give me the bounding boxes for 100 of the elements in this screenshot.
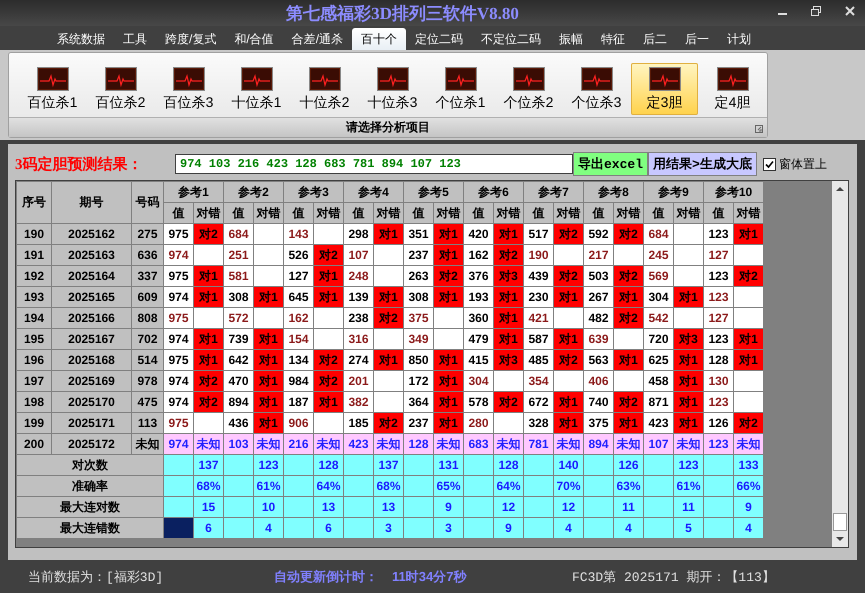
result-cell: 对2 xyxy=(734,412,764,434)
menu-tab[interactable]: 和/合值 xyxy=(225,28,283,50)
result-cell: 对1 xyxy=(554,328,584,350)
value-cell: 542 xyxy=(644,308,674,328)
stat-cell: 13 xyxy=(314,496,344,518)
value-cell: 190 xyxy=(524,244,554,266)
result-field[interactable]: 974 103 216 423 128 683 781 894 107 123 xyxy=(175,154,573,174)
table-cell[interactable] xyxy=(164,518,194,538)
table-cell: 275 xyxy=(132,224,164,244)
menu-tab[interactable]: 振幅 xyxy=(550,28,592,50)
ribbon-button[interactable]: 定3胆 xyxy=(631,63,698,115)
ribbon-button[interactable]: 个位杀1 xyxy=(427,63,494,115)
value-cell: 130 xyxy=(704,370,734,392)
value-cell: 975 xyxy=(164,350,194,370)
value-cell: 563 xyxy=(584,350,614,370)
menu-tab[interactable]: 系统数据 xyxy=(48,28,114,50)
result-cell: 对1 xyxy=(434,286,464,308)
table-cell[interactable] xyxy=(164,476,194,496)
scrollbar-thumb[interactable] xyxy=(833,513,847,531)
table-cell: 2025167 xyxy=(52,328,132,350)
value-cell: 975 xyxy=(164,412,194,434)
value-cell: 127 xyxy=(704,244,734,266)
menu-tab[interactable]: 计划 xyxy=(718,28,760,50)
menu-tab[interactable]: 后一 xyxy=(676,28,718,50)
export-button[interactable]: 导出excel xyxy=(573,152,648,176)
value-cell: 423 xyxy=(344,434,374,454)
value-cell: 470 xyxy=(224,370,254,392)
value-cell: 123 xyxy=(704,392,734,412)
table-cell: 197 xyxy=(16,370,52,392)
value-cell: 237 xyxy=(404,412,434,434)
restore-icon[interactable] xyxy=(811,6,821,16)
result-cell: 对2 xyxy=(734,266,764,286)
result-cell: 对1 xyxy=(194,350,224,370)
ecg-monitor-icon xyxy=(36,67,68,91)
value-cell: 975 xyxy=(164,224,194,244)
menu-tab[interactable]: 不定位二码 xyxy=(472,28,550,50)
table-cell: 2025170 xyxy=(52,392,132,412)
result-cell: 对1 xyxy=(194,328,224,350)
header-cell: 对错 xyxy=(734,202,764,224)
menu-tab[interactable]: 百十个 xyxy=(352,28,406,50)
value-cell: 238 xyxy=(344,308,374,328)
stat-cell: 9 xyxy=(494,518,524,538)
value-cell: 406 xyxy=(584,370,614,392)
result-cell: 对1 xyxy=(734,350,764,370)
ribbon-button[interactable]: 个位杀3 xyxy=(563,63,630,115)
stat-cell: 131 xyxy=(434,454,464,476)
result-cell: 对2 xyxy=(614,266,644,286)
expand-corner-icon[interactable] xyxy=(755,125,763,133)
ecg-monitor-icon xyxy=(716,67,748,91)
ribbon-button[interactable]: 个位杀2 xyxy=(495,63,562,115)
menu-tab[interactable]: 跨度/复式 xyxy=(156,28,226,50)
table-cell[interactable] xyxy=(164,496,194,518)
result-cell: 对1 xyxy=(254,370,284,392)
value-cell: 975 xyxy=(164,308,194,328)
stat-cell: 6 xyxy=(314,518,344,538)
stat-cell: 64% xyxy=(314,476,344,496)
ribbon-button[interactable]: 百位杀2 xyxy=(87,63,154,115)
result-cell: 对1 xyxy=(494,308,524,328)
result-cell: 对2 xyxy=(194,392,224,412)
value-cell: 298 xyxy=(344,224,374,244)
stat-cell: 13 xyxy=(374,496,404,518)
close-icon[interactable] xyxy=(845,6,855,16)
result-cell: 对1 xyxy=(554,392,584,412)
ribbon-button[interactable]: 定4胆 xyxy=(699,63,766,115)
table-cell: 2025162 xyxy=(52,224,132,244)
table-cell: 2025169 xyxy=(52,370,132,392)
result-cell: 对1 xyxy=(674,350,704,370)
header-cell: 对错 xyxy=(194,202,224,224)
stat-cell: 65% xyxy=(434,476,464,496)
generate-button[interactable]: 用结果>生成大底 xyxy=(648,152,757,176)
menu-tab[interactable]: 特征 xyxy=(592,28,634,50)
checkbox[interactable] xyxy=(762,158,776,170)
result-cell: 未知 xyxy=(254,434,284,454)
result-cell: 对1 xyxy=(314,266,344,286)
ribbon-button[interactable]: 十位杀1 xyxy=(223,63,290,115)
table-cell[interactable] xyxy=(164,454,194,476)
result-cell: 未知 xyxy=(734,434,764,454)
scrollbar[interactable] xyxy=(832,181,848,547)
value-cell: 248 xyxy=(344,266,374,286)
header-cell: 值 xyxy=(224,202,254,224)
result-cell: 对2 xyxy=(314,244,344,266)
ribbon-button[interactable]: 百位杀1 xyxy=(19,63,86,115)
header-cell: 序号 xyxy=(16,182,52,224)
value-cell: 974 xyxy=(164,434,194,454)
ecg-monitor-icon xyxy=(444,67,476,91)
ribbon-button[interactable]: 十位杀2 xyxy=(291,63,358,115)
menu-tab[interactable]: 后二 xyxy=(634,28,676,50)
value-cell: 354 xyxy=(524,370,554,392)
stat-cell: 6 xyxy=(194,518,224,538)
ribbon-button[interactable]: 十位杀3 xyxy=(359,63,426,115)
menu-tab[interactable]: 合差/通杀 xyxy=(282,28,352,50)
menu-tab[interactable]: 定位二码 xyxy=(406,28,472,50)
stat-cell: 12 xyxy=(494,496,524,518)
value-cell: 739 xyxy=(224,328,254,350)
ribbon-button[interactable]: 百位杀3 xyxy=(155,63,222,115)
menu-tab[interactable]: 工具 xyxy=(114,28,156,50)
stat-cell: 11 xyxy=(674,496,704,518)
value-cell: 974 xyxy=(164,328,194,350)
value-cell: 517 xyxy=(524,224,554,244)
result-cell: 对1 xyxy=(434,392,464,412)
